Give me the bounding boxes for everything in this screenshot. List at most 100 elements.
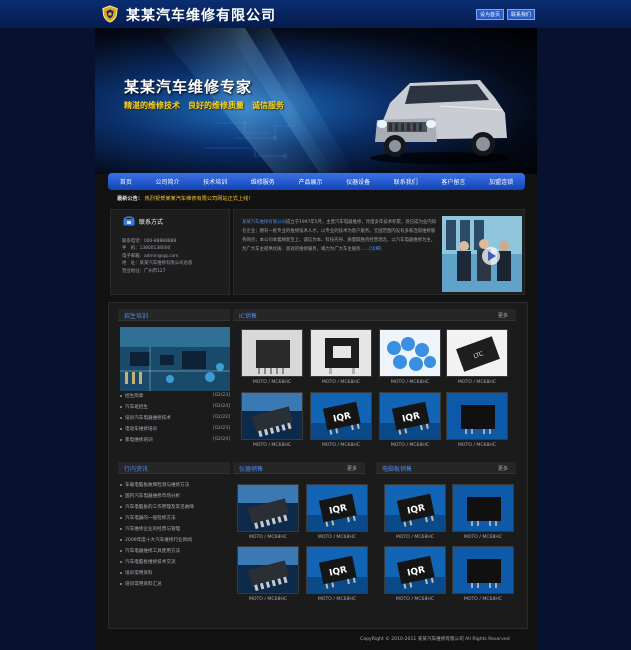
product-card[interactable]: MOTO / MC68HC — [237, 546, 299, 602]
product-image[interactable]: IQR — [384, 546, 446, 594]
nav-equipment[interactable]: 仪器设备 — [346, 177, 370, 186]
instruments-more-link[interactable]: 更多 — [347, 465, 357, 472]
announcement-text[interactable]: 热烈祝贺某某汽车维修有限公司网站正式上线！ — [145, 196, 254, 202]
contact-lines: 联系电话：000-88888888 手 机：13800138000 电子邮箱：a… — [122, 238, 230, 275]
product-image[interactable]: IQR — [306, 546, 368, 594]
product-card[interactable]: MOTO / MC68HC — [310, 329, 372, 385]
industry-item[interactable]: 汽车维修企业的经营与管理 — [120, 526, 230, 537]
product-image[interactable]: IQR — [310, 392, 372, 440]
about-box: 某某汽车维修有限公司成立于1997年5月，主营汽车电器维修，凭借多年技术积累，现… — [233, 209, 525, 295]
news-item[interactable]: 汽车班招生 [02/24] — [120, 404, 230, 415]
news-item[interactable]: 培训汽车电器维修技术 [02/22] — [120, 415, 230, 426]
product-card[interactable]: IQR MOTO / MC68HC — [310, 392, 372, 448]
product-caption[interactable]: MOTO / MC68HC — [306, 597, 368, 602]
product-card[interactable]: MOTO / MC68HC — [379, 329, 441, 385]
computers-title: 电脑板销售 — [382, 466, 413, 473]
product-card[interactable]: MOTO / MC68HC — [237, 484, 299, 540]
contact-box: 联系方式 联系电话：000-88888888 手 机：13800138000 电… — [110, 209, 230, 295]
news-item[interactable]: 招生简章 [02/23] — [120, 393, 230, 404]
contact-phone: 联系电话：000-88888888 — [122, 239, 177, 244]
product-caption[interactable]: MOTO / MC68HC — [379, 443, 441, 448]
product-image[interactable] — [237, 546, 299, 594]
product-card[interactable]: MOTO / MC68HC — [452, 484, 514, 540]
about-text: 某某汽车维修有限公司成立于1997年5月，主营汽车电器维修，凭借多年技术积累，现… — [242, 218, 438, 254]
product-card[interactable]: MOTO / MC68HC — [241, 329, 303, 385]
industry-item[interactable]: 国内汽车电器维修市场分析 — [120, 493, 230, 504]
nav-service[interactable]: 维修服务 — [251, 177, 275, 186]
computers-more-link[interactable]: 更多 — [498, 465, 508, 472]
product-image[interactable]: IQR — [306, 484, 368, 532]
product-caption[interactable]: MOTO / MC68HC — [306, 535, 368, 540]
nav-contact[interactable]: 联系我们 — [394, 177, 418, 186]
slogan-2: 良好的维修质量 — [188, 101, 244, 110]
product-card[interactable]: IQR MOTO / MC68HC — [384, 546, 446, 602]
product-image[interactable]: IQR — [384, 484, 446, 532]
product-caption[interactable]: MOTO / MC68HC — [452, 535, 514, 540]
product-caption[interactable]: MOTO / MC68HC — [241, 380, 303, 385]
product-card[interactable]: IQR MOTO / MC68HC — [379, 392, 441, 448]
news-item[interactable]: 电动车维修培训 [02/23] — [120, 426, 230, 437]
product-card[interactable]: IQR MOTO / MC68HC — [306, 484, 368, 540]
product-caption[interactable]: MOTO / MC68HC — [237, 597, 299, 602]
product-card[interactable]: LTC MOTO / MC68HC — [446, 329, 508, 385]
industry-item[interactable]: 培训常用资料汇总 — [120, 581, 230, 592]
contact-business-address: 营业地址：广州市127 — [122, 268, 166, 274]
nav-about[interactable]: 公司简介 — [155, 177, 179, 186]
product-image[interactable] — [237, 484, 299, 532]
contact-email[interactable]: 电子邮箱：admin@qq.com — [122, 253, 230, 260]
nav-training[interactable]: 技术培训 — [203, 177, 227, 186]
industry-list: 车载电脑板故障检测与维修方法 国内汽车电器维修市场分析 汽车电脑板的工作原理及常见故… — [120, 482, 230, 592]
product-image[interactable] — [452, 546, 514, 594]
industry-item[interactable]: 培训常用资料 — [120, 570, 230, 581]
product-image[interactable] — [310, 329, 372, 377]
product-image[interactable]: LTC — [446, 329, 508, 377]
industry-item[interactable]: 2009年度十大汽车维修行业新闻 — [120, 537, 230, 548]
product-card[interactable]: IQR MOTO / MC68HC — [384, 484, 446, 540]
product-caption[interactable]: MOTO / MC68HC — [237, 535, 299, 540]
site-title: 某某汽车维修有限公司 — [126, 8, 276, 24]
product-caption[interactable]: MOTO / MC68HC — [384, 535, 446, 540]
business-people-photo — [442, 216, 522, 292]
product-image[interactable]: IQR — [379, 392, 441, 440]
product-image[interactable] — [241, 392, 303, 440]
product-image[interactable] — [452, 484, 514, 532]
product-card[interactable]: MOTO / MC68HC — [446, 392, 508, 448]
product-caption[interactable]: MOTO / MC68HC — [310, 443, 372, 448]
industry-item[interactable]: 车载电脑板故障检测与维修方法 — [120, 482, 230, 493]
product-card[interactable]: MOTO / MC68HC — [452, 546, 514, 602]
product-caption[interactable]: MOTO / MC68HC — [452, 597, 514, 602]
instruments-header: 仪器销售 更多 — [233, 462, 365, 474]
contact-address: 地 址：某某汽车维修有限公司总部 — [122, 261, 193, 267]
product-caption[interactable]: MOTO / MC68HC — [310, 380, 372, 385]
industry-item[interactable]: 汽车电器维修工具使用方法 — [120, 548, 230, 559]
industry-item[interactable]: 汽车电脑板的工作原理及常见故障 — [120, 504, 230, 515]
product-card[interactable]: IQR MOTO / MC68HC — [306, 546, 368, 602]
product-caption[interactable]: MOTO / MC68HC — [379, 380, 441, 385]
top-bar: 某某汽车维修有限公司 设为首页 联系我们 — [0, 0, 631, 28]
main-nav: 首页 公司简介 技术培训 维修服务 产品展示 仪器设备 联系我们 客户留言 加盟… — [108, 173, 525, 190]
set-homepage-link[interactable]: 设为首页 — [476, 9, 505, 20]
nav-home[interactable]: 首页 — [120, 177, 132, 186]
industry-item[interactable]: 汽车电脑板维修技术交流 — [120, 559, 230, 570]
nav-products[interactable]: 产品展示 — [298, 177, 322, 186]
suv-car-image — [370, 80, 510, 164]
product-caption[interactable]: MOTO / MC68HC — [384, 597, 446, 602]
industry-item[interactable]: 汽车电器的一般检修方法 — [120, 515, 230, 526]
instruments-title: 仪器销售 — [239, 466, 264, 473]
news-item[interactable]: 家电维修培训 [02/24] — [120, 437, 230, 448]
nav-message[interactable]: 客户留言 — [441, 177, 465, 186]
product-image[interactable] — [241, 329, 303, 377]
product-image[interactable] — [379, 329, 441, 377]
products-more-link[interactable]: 更多 — [498, 312, 508, 319]
contact-us-link[interactable]: 联系我们 — [507, 9, 536, 20]
product-caption[interactable]: MOTO / MC68HC — [241, 443, 303, 448]
news-header: 招生培训 — [118, 309, 230, 321]
banner: 某某汽车维修专家 精湛的维修技术 良好的维修质量 诚信服务 — [95, 28, 537, 174]
nav-franchise[interactable]: 加盟连锁 — [489, 177, 513, 186]
product-card[interactable]: MOTO / MC68HC — [241, 392, 303, 448]
news-title: 招生培训 — [124, 313, 149, 320]
about-more-link[interactable]: [详细] — [369, 247, 381, 252]
product-caption[interactable]: MOTO / MC68HC — [446, 380, 508, 385]
product-caption[interactable]: MOTO / MC68HC — [446, 443, 508, 448]
product-image[interactable] — [446, 392, 508, 440]
